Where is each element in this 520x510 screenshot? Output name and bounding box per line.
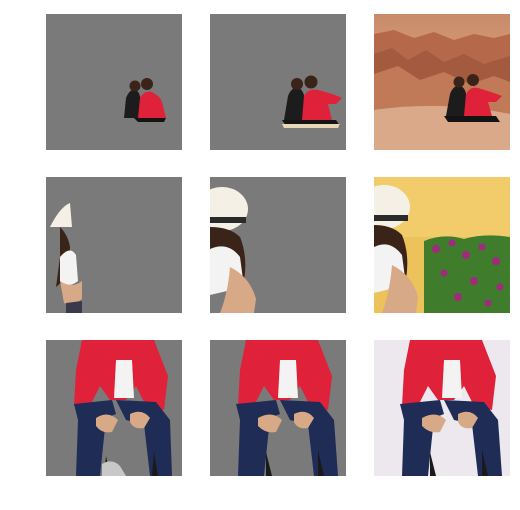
- tile-hat-woman-photo: [374, 177, 510, 313]
- tile-couple-photo: [374, 14, 510, 150]
- tile-couple-mask-refined: [210, 14, 346, 150]
- seated-woman-photo: [374, 340, 510, 476]
- seated-woman-on-gray-image: [46, 340, 182, 476]
- tile-hat-woman-mask: [46, 177, 182, 313]
- image-comparison-grid: [0, 0, 520, 510]
- tile-seated-woman-photo: [374, 340, 510, 476]
- tile-couple-mask: [46, 14, 182, 150]
- tile-hat-woman-mask-refined: [210, 177, 346, 313]
- hat-woman-on-gray-image: [46, 177, 182, 313]
- seated-woman-on-gray-image: [210, 340, 346, 476]
- hat-woman-on-gray-image: [210, 177, 346, 313]
- couple-on-gray-image: [46, 14, 182, 150]
- tile-seated-woman-mask-refined: [210, 340, 346, 476]
- couple-desert-photo: [374, 14, 510, 150]
- tile-seated-woman-mask: [46, 340, 182, 476]
- hat-woman-flowers-photo: [374, 177, 510, 313]
- couple-on-gray-image: [210, 14, 346, 150]
